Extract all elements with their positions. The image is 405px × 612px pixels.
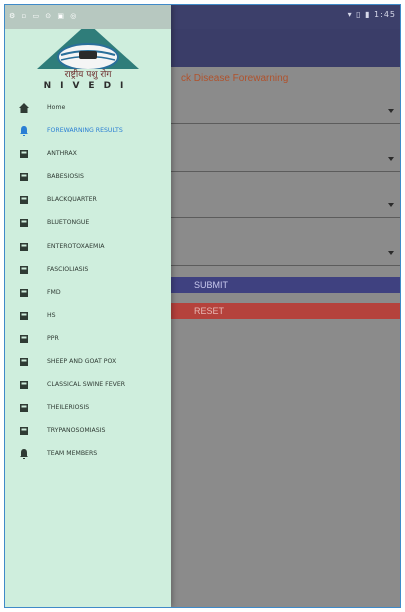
drawer-status-bar: ⚙ ▫ ▭ ⊙ ▣ ◎	[5, 5, 171, 29]
month-dropdown[interactable]	[170, 243, 400, 266]
app-screen: ▾ ▯ ▮ 1:45 ck Disease Forewarning SUBMIT…	[4, 4, 401, 608]
menu-item-ppr[interactable]: PPR	[5, 328, 171, 351]
drawer-header: राष्ट्रीय पशु रोग NIVEDI	[5, 23, 171, 91]
bell-icon	[20, 449, 28, 460]
book-icon	[20, 427, 28, 436]
reset-button[interactable]: RESET	[170, 303, 400, 319]
menu-item-theileriosis[interactable]: THEILERIOSIS	[5, 397, 171, 420]
menu-item-label: BABESIOSIS	[47, 173, 84, 181]
chevron-down-icon	[388, 109, 394, 113]
chevron-down-icon	[388, 251, 394, 255]
book-icon	[20, 150, 28, 159]
book-icon	[20, 404, 28, 413]
menu-item-label: ENTEROTOXAEMIA	[47, 242, 105, 250]
menu-item-anthrax[interactable]: ANTHRAX	[5, 143, 171, 166]
menu-item-label: ANTHRAX	[47, 150, 77, 158]
navigation-drawer: ⚙ ▫ ▭ ⊙ ▣ ◎ राष्ट्रीय पशु रोग NIVEDI Hom…	[5, 5, 171, 607]
book-icon	[20, 242, 28, 251]
home-icon	[19, 103, 29, 113]
menu-item-label: FASCIOLIASIS	[47, 265, 89, 273]
menu-item-sheep-and-goat-pox[interactable]: SHEEP AND GOAT POX	[5, 351, 171, 374]
menu-item-label: HS	[47, 311, 56, 319]
menu-item-label: BLACKQUARTER	[47, 196, 97, 204]
book-icon	[20, 288, 28, 297]
menu-item-enterotoxaemia[interactable]: ENTEROTOXAEMIA	[5, 236, 171, 259]
disease-dropdown[interactable]	[170, 101, 400, 124]
menu-item-label: PPR	[47, 334, 59, 342]
menu-item-blackquarter[interactable]: BLACKQUARTER	[5, 189, 171, 212]
book-icon	[20, 265, 28, 274]
book-icon	[20, 358, 28, 367]
state-dropdown[interactable]	[170, 149, 400, 172]
menu-item-bluetongue[interactable]: BLUETONGUE	[5, 212, 171, 235]
book-icon	[20, 196, 28, 205]
menu-item-team-members[interactable]: TEAM MEMBERS	[5, 443, 171, 466]
book-icon	[20, 334, 28, 343]
bell-icon	[20, 126, 28, 137]
status-icons: ▾ ▯ ▮ 1:45	[347, 10, 396, 19]
menu-item-label: Home	[47, 104, 66, 111]
menu-item-label: CLASSICAL SWINE FEVER	[47, 381, 126, 389]
menu-item-home[interactable]: Home	[5, 97, 171, 120]
menu-item-classical-swine-fever[interactable]: CLASSICAL SWINE FEVER	[5, 374, 171, 397]
book-icon	[20, 219, 28, 228]
menu-item-hs[interactable]: HS	[5, 305, 171, 328]
menu-item-label: THEILERIOSIS	[47, 404, 90, 412]
menu-item-label: SHEEP AND GOAT POX	[47, 358, 117, 366]
year-dropdown[interactable]	[170, 195, 400, 218]
status-icons-left: ⚙ ▫ ▭ ⊙ ▣ ◎	[9, 12, 79, 20]
menu-item-fmd[interactable]: FMD	[5, 282, 171, 305]
menu-item-fascioliasis[interactable]: FASCIOLIASIS	[5, 259, 171, 282]
menu-item-label: BLUETONGUE	[47, 219, 90, 227]
menu-item-label: TRYPANOSOMIASIS	[47, 427, 106, 435]
menu-item-forewarning-results[interactable]: FOREWARNING RESULTS	[5, 120, 171, 143]
menu-item-trypanosomiasis[interactable]: TRYPANOSOMIASIS	[5, 420, 171, 443]
book-icon	[20, 173, 28, 182]
chevron-down-icon	[388, 203, 394, 207]
svg-text:राष्ट्रीय पशु रोग: राष्ट्रीय पशु रोग	[65, 68, 113, 80]
book-icon	[20, 311, 28, 320]
svg-text:NIVEDI: NIVEDI	[44, 81, 133, 91]
app-title: ck Disease Forewarning	[181, 73, 289, 84]
menu-item-babesiosis[interactable]: BABESIOSIS	[5, 166, 171, 189]
submit-button[interactable]: SUBMIT	[170, 277, 400, 293]
drawer-menu: Home FOREWARNING RESULTS ANTHRAX BABESIO…	[5, 97, 171, 467]
chevron-down-icon	[388, 157, 394, 161]
menu-item-label: FOREWARNING RESULTS	[47, 127, 123, 135]
menu-item-label: FMD	[47, 288, 61, 296]
nivedi-logo: राष्ट्रीय पशु रोग NIVEDI	[19, 23, 157, 91]
menu-item-label: TEAM MEMBERS	[47, 450, 98, 458]
book-icon	[20, 381, 28, 390]
